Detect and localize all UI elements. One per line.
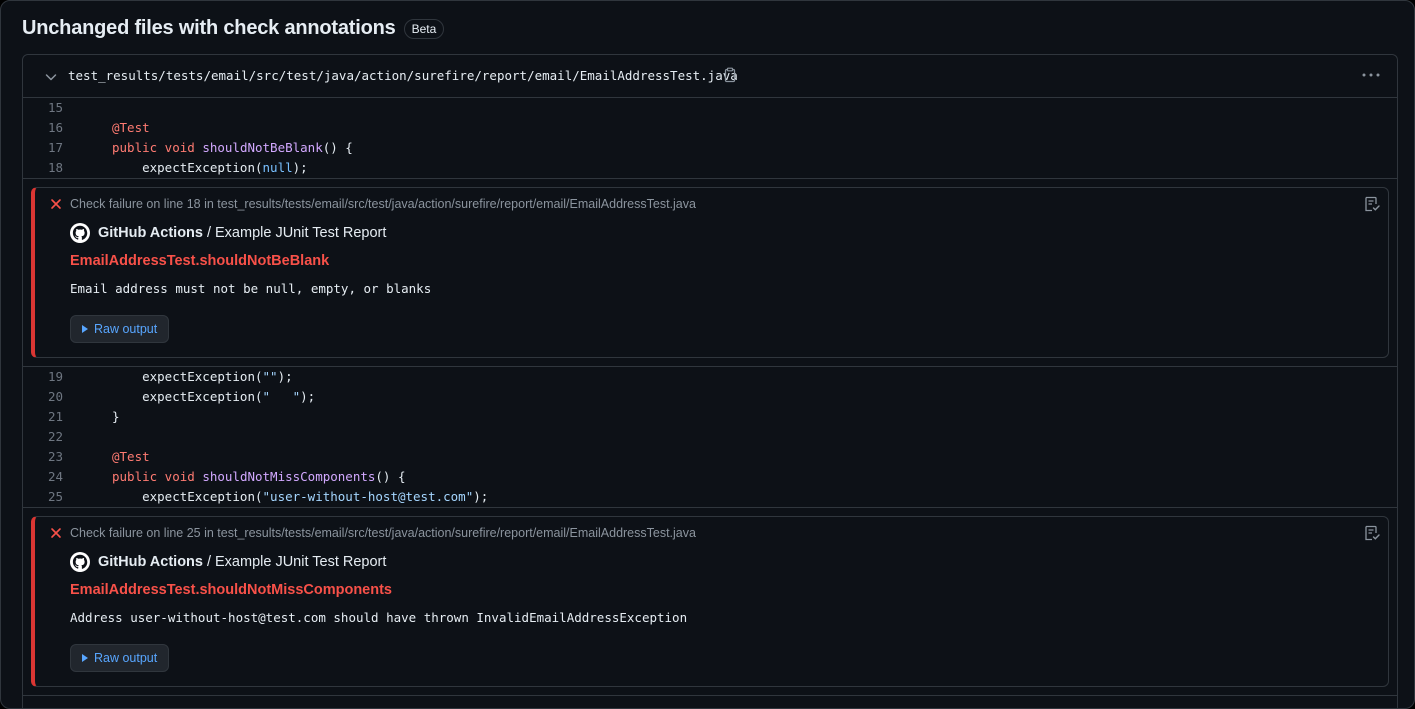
- code-text: expectException(null);: [112, 160, 308, 175]
- code-text: }: [112, 409, 120, 424]
- github-mark-icon: [70, 552, 90, 572]
- line-number: 25: [47, 489, 63, 504]
- line-number: 18: [47, 160, 63, 175]
- code-text: expectException("");: [112, 369, 293, 384]
- section-title: Unchanged files with check annotations: [22, 17, 396, 39]
- github-mark-icon: [70, 223, 90, 243]
- code-line: 15: [23, 98, 1397, 118]
- annotation-location: Check failure on line 18 in test_results…: [70, 197, 696, 211]
- triangle-right-icon: [82, 325, 88, 333]
- triangle-right-icon: [82, 654, 88, 662]
- line-number: 19: [47, 369, 63, 384]
- code-line: 19 expectException("");: [23, 367, 1397, 387]
- annotation-source: GitHub Actions / Example JUnit Test Repo…: [70, 552, 386, 572]
- kebab-horizontal-icon[interactable]: [1361, 67, 1381, 83]
- code-line: 23 @Test: [23, 447, 1397, 467]
- source-workflow-name: Example JUnit Test Report: [215, 554, 387, 570]
- code-text: @Test: [112, 449, 150, 464]
- annotation-location: Check failure on line 25 in test_results…: [70, 526, 696, 540]
- code-text: public void shouldNotMissComponents() {: [112, 469, 406, 484]
- code-block: 19 expectException(""); 20 expectExcepti…: [23, 367, 1397, 507]
- code-line: 18 expectException(null);: [23, 158, 1397, 178]
- line-number: 21: [47, 409, 63, 424]
- source-app-name: GitHub Actions: [98, 554, 203, 570]
- raw-output-button[interactable]: Raw output: [70, 644, 170, 672]
- line-number: 23: [47, 449, 63, 464]
- source-app-name: GitHub Actions: [98, 225, 203, 241]
- raw-output-label: Raw output: [94, 651, 158, 665]
- source-workflow-name: Example JUnit Test Report: [215, 225, 387, 241]
- line-number: 22: [47, 429, 63, 444]
- file-path[interactable]: test_results/tests/email/src/test/java/a…: [68, 68, 738, 83]
- code-line: 16 @Test: [23, 118, 1397, 138]
- code-line: 21 }: [23, 407, 1397, 427]
- line-number: 20: [47, 389, 63, 404]
- raw-output-label: Raw output: [94, 322, 158, 336]
- annotation-source: GitHub Actions / Example JUnit Test Repo…: [70, 223, 386, 243]
- check-failure-annotation: Check failure on line 25 in test_results…: [31, 516, 1389, 687]
- line-number: 17: [47, 140, 63, 155]
- code-line: 17 public void shouldNotBeBlank() {: [23, 138, 1397, 158]
- file-header: test_results/tests/email/src/test/java/a…: [23, 55, 1397, 98]
- annotation-message: Address user-without-host@test.com shoul…: [70, 610, 688, 625]
- annotation-container: Check failure on line 18 in test_results…: [23, 178, 1397, 367]
- annotation-message: Email address must not be null, empty, o…: [70, 281, 432, 296]
- source-separator: /: [206, 225, 212, 241]
- code-line: 24 public void shouldNotMissComponents()…: [23, 467, 1397, 487]
- checklist-icon[interactable]: [1363, 195, 1381, 213]
- annotation-container: Check failure on line 25 in test_results…: [23, 507, 1397, 696]
- annotation-title: EmailAddressTest.shouldNotMissComponents: [70, 582, 392, 598]
- code-text: expectException(" ");: [112, 389, 316, 404]
- x-icon: [51, 199, 61, 209]
- beta-badge: Beta: [403, 18, 445, 39]
- annotation-title: EmailAddressTest.shouldNotBeBlank: [70, 253, 330, 269]
- line-number: 16: [47, 120, 63, 135]
- copy-icon[interactable]: [722, 67, 738, 83]
- code-block: 15 16 @Test 17 public void shouldNotBeBl…: [23, 98, 1397, 178]
- code-line: 25 expectException("user-without-host@te…: [23, 487, 1397, 507]
- annotations-panel: Unchanged files with check annotations B…: [0, 0, 1415, 709]
- code-text: expectException("user-without-host@test.…: [112, 489, 489, 504]
- line-number: 15: [47, 100, 63, 115]
- code-text: public void shouldNotBeBlank() {: [112, 140, 353, 155]
- checklist-icon[interactable]: [1363, 524, 1381, 542]
- file-annotations-box: test_results/tests/email/src/test/java/a…: [22, 54, 1398, 708]
- check-failure-annotation: Check failure on line 18 in test_results…: [31, 187, 1389, 358]
- line-number: 24: [47, 469, 63, 484]
- x-icon: [51, 528, 61, 538]
- raw-output-button[interactable]: Raw output: [70, 315, 170, 343]
- code-text: @Test: [112, 120, 150, 135]
- code-line: 20 expectException(" ");: [23, 387, 1397, 407]
- chevron-down-icon[interactable]: [43, 69, 59, 85]
- source-separator: /: [206, 554, 212, 570]
- section-heading: Unchanged files with check annotations B…: [22, 17, 445, 40]
- code-line: 22: [23, 427, 1397, 447]
